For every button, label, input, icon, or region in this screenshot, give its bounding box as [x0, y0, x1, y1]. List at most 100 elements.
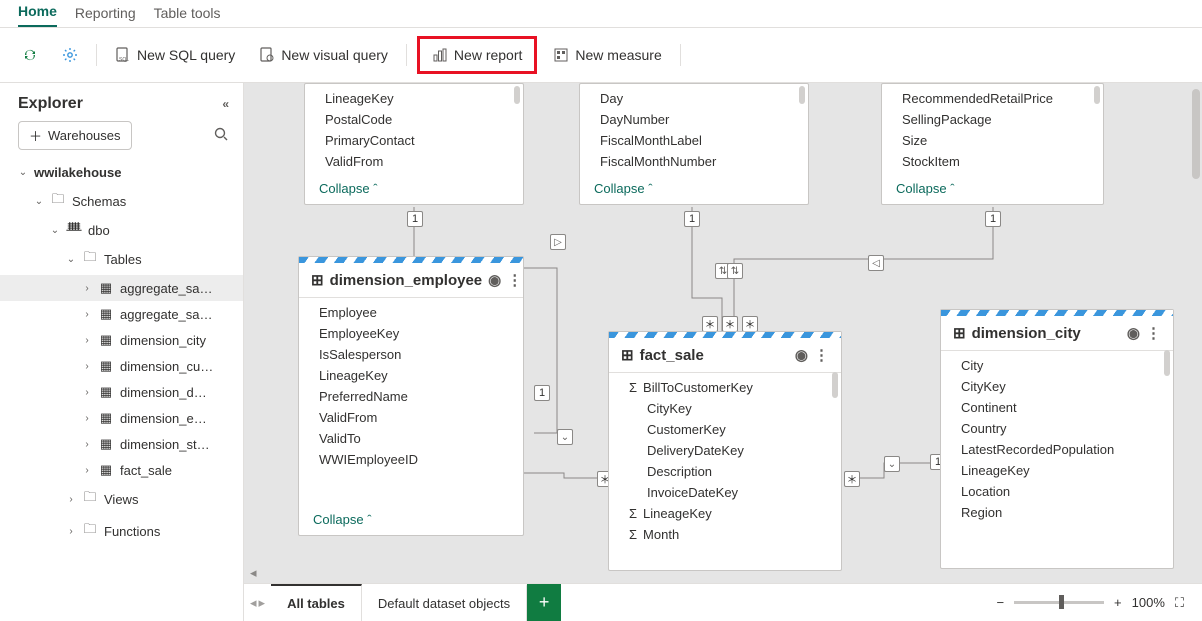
settings-button[interactable]: [54, 41, 86, 69]
collapse-button[interactable]: Collapse ˆ: [882, 175, 1103, 204]
toolbar-divider: [96, 44, 97, 66]
tab-home[interactable]: Home: [18, 0, 57, 27]
cardinality-one: 1: [985, 211, 1001, 227]
tree-schemas[interactable]: ⌄🗀Schemas: [0, 185, 243, 217]
tree-tables[interactable]: ⌄🗀Tables: [0, 243, 243, 275]
column-row: InvoiceDateKey: [609, 482, 841, 503]
chevron-down-icon: ⌄: [66, 254, 76, 265]
refresh-button[interactable]: [14, 41, 46, 69]
table-icon: ⊞: [621, 346, 634, 364]
card-scrollbar[interactable]: [1094, 86, 1100, 104]
canvas-v-scrollbar[interactable]: [1192, 89, 1200, 179]
tree-table-item[interactable]: ›▦dimension_st…: [0, 431, 243, 457]
tree-table-item[interactable]: ›▦dimension_cu…: [0, 353, 243, 379]
new-visual-query-button[interactable]: New visual query: [251, 41, 396, 69]
scroll-left-icon[interactable]: ◂: [250, 565, 264, 579]
card-scrollbar[interactable]: [799, 86, 805, 104]
new-report-button[interactable]: New report: [424, 41, 530, 69]
visibility-icon[interactable]: ◉: [488, 271, 501, 289]
tree-views[interactable]: ›🗀Views: [0, 483, 243, 515]
chevron-down-icon: ⌄: [18, 167, 28, 178]
column-row: ValidFrom: [305, 151, 523, 172]
plus-icon: ＋: [29, 126, 42, 145]
zoom-slider[interactable]: [1014, 601, 1104, 604]
relation-arrow-icon: ◁: [868, 255, 884, 271]
column-row: SellingPackage: [882, 109, 1103, 130]
tree-table-item[interactable]: ›▦aggregate_sa…: [0, 275, 243, 301]
chevron-right-icon: ›: [82, 361, 92, 372]
card-title: dimension_city: [972, 325, 1081, 342]
tree-label: dimension_city: [120, 333, 206, 348]
new-measure-label: New measure: [575, 47, 661, 63]
tree-functions[interactable]: ›🗀Functions: [0, 515, 243, 547]
chevron-down-icon: ⌄: [34, 196, 44, 207]
table-card-fact-sale[interactable]: ⊞fact_sale ◉⋮ ΣBillToCustomerKey CityKey…: [608, 331, 842, 571]
more-icon[interactable]: ⋮: [507, 271, 522, 289]
zoom-in-button[interactable]: +: [1114, 595, 1122, 610]
svg-text:SQL: SQL: [119, 57, 129, 63]
view-tab-default[interactable]: Default dataset objects: [362, 584, 527, 621]
view-tab-all[interactable]: All tables: [271, 584, 362, 621]
column-row: StockItem: [882, 151, 1103, 172]
add-view-button[interactable]: +: [527, 584, 561, 621]
card-scrollbar[interactable]: [1164, 350, 1170, 376]
visibility-icon[interactable]: ◉: [795, 346, 808, 364]
filter-direction-icon: ⇅: [727, 263, 743, 279]
sigma-icon: Σ: [629, 527, 637, 542]
new-measure-button[interactable]: New measure: [545, 41, 669, 69]
warehouses-button[interactable]: ＋ Warehouses: [18, 121, 132, 150]
column-row: FiscalMonthNumber: [580, 151, 808, 172]
card-scrollbar[interactable]: [832, 372, 838, 398]
collapse-sidebar-button[interactable]: «: [222, 97, 229, 111]
chevron-up-icon: ˆ: [950, 181, 954, 196]
tree-table-item[interactable]: ›▦aggregate_sa…: [0, 301, 243, 327]
sigma-icon: Σ: [629, 380, 637, 395]
tree-table-item[interactable]: ›▦dimension_e…: [0, 405, 243, 431]
collapse-button[interactable]: Collapse ˆ: [580, 175, 808, 204]
tree-label: dimension_st…: [120, 437, 210, 452]
column-row: DeliveryDateKey: [609, 440, 841, 461]
tab-table-tools[interactable]: Table tools: [154, 1, 221, 27]
tree-dbo[interactable]: ⌄ᚙdbo: [0, 217, 243, 243]
more-icon[interactable]: ⋮: [814, 346, 829, 364]
table-card[interactable]: RecommendedRetailPrice SellingPackage Si…: [881, 83, 1104, 205]
column-row: EmployeeKey: [299, 323, 523, 344]
column-row: CityKey: [609, 398, 841, 419]
visual-query-icon: [259, 47, 275, 63]
collapse-button[interactable]: Collapse ˆ: [299, 506, 523, 535]
table-card[interactable]: Day DayNumber FiscalMonthLabel FiscalMon…: [579, 83, 809, 205]
table-card-city[interactable]: ⊞dimension_city ◉⋮ City CityKey Continen…: [940, 309, 1174, 569]
tab-reporting[interactable]: Reporting: [75, 1, 136, 27]
new-report-label: New report: [454, 47, 522, 63]
column-row: ValidFrom: [299, 407, 523, 428]
chevron-right-icon: ›: [82, 413, 92, 424]
tree-label: Functions: [104, 524, 160, 539]
table-card[interactable]: LineageKey PostalCode PrimaryContact Val…: [304, 83, 524, 205]
chevron-up-icon: ˆ: [367, 512, 371, 527]
new-sql-button[interactable]: SQL New SQL query: [107, 41, 243, 69]
collapse-button[interactable]: Collapse ˆ: [305, 175, 523, 204]
column-row: FiscalMonthLabel: [580, 130, 808, 151]
zoom-out-button[interactable]: −: [996, 595, 1004, 610]
filter-direction-icon: ⌄: [884, 456, 900, 472]
tree-table-item[interactable]: ›▦fact_sale: [0, 457, 243, 483]
next-view-button[interactable]: ▸: [259, 595, 266, 611]
card-scrollbar[interactable]: [514, 86, 520, 104]
tree-db[interactable]: ⌄wwilakehouse: [0, 160, 243, 185]
visibility-icon[interactable]: ◉: [1127, 324, 1140, 342]
chevron-up-icon: ˆ: [373, 181, 377, 196]
table-card-employee[interactable]: ⊞dimension_employee ◉⋮ Employee Employee…: [298, 256, 524, 536]
column-row: PostalCode: [305, 109, 523, 130]
tree-table-item[interactable]: ›▦dimension_d…: [0, 379, 243, 405]
search-button[interactable]: [213, 126, 229, 145]
column-row: ΣBillToCustomerKey: [609, 377, 841, 398]
chevron-down-icon: ⌄: [50, 225, 60, 236]
refresh-icon: [22, 47, 38, 63]
more-icon[interactable]: ⋮: [1146, 324, 1161, 342]
prev-view-button[interactable]: ◂: [250, 595, 257, 611]
tree-table-item[interactable]: ›▦dimension_city: [0, 327, 243, 353]
model-canvas[interactable]: 1 1 1 ▷ ⇅ ⇅ ◁ ＊ ＊ ＊ 1 ⌄ ＊ ＊ ⌄ 1 LineageK…: [244, 83, 1202, 583]
fit-to-screen-button[interactable]: ⛶: [1175, 595, 1184, 611]
table-icon: ▦: [98, 410, 114, 426]
explorer-title: Explorer: [18, 95, 83, 113]
